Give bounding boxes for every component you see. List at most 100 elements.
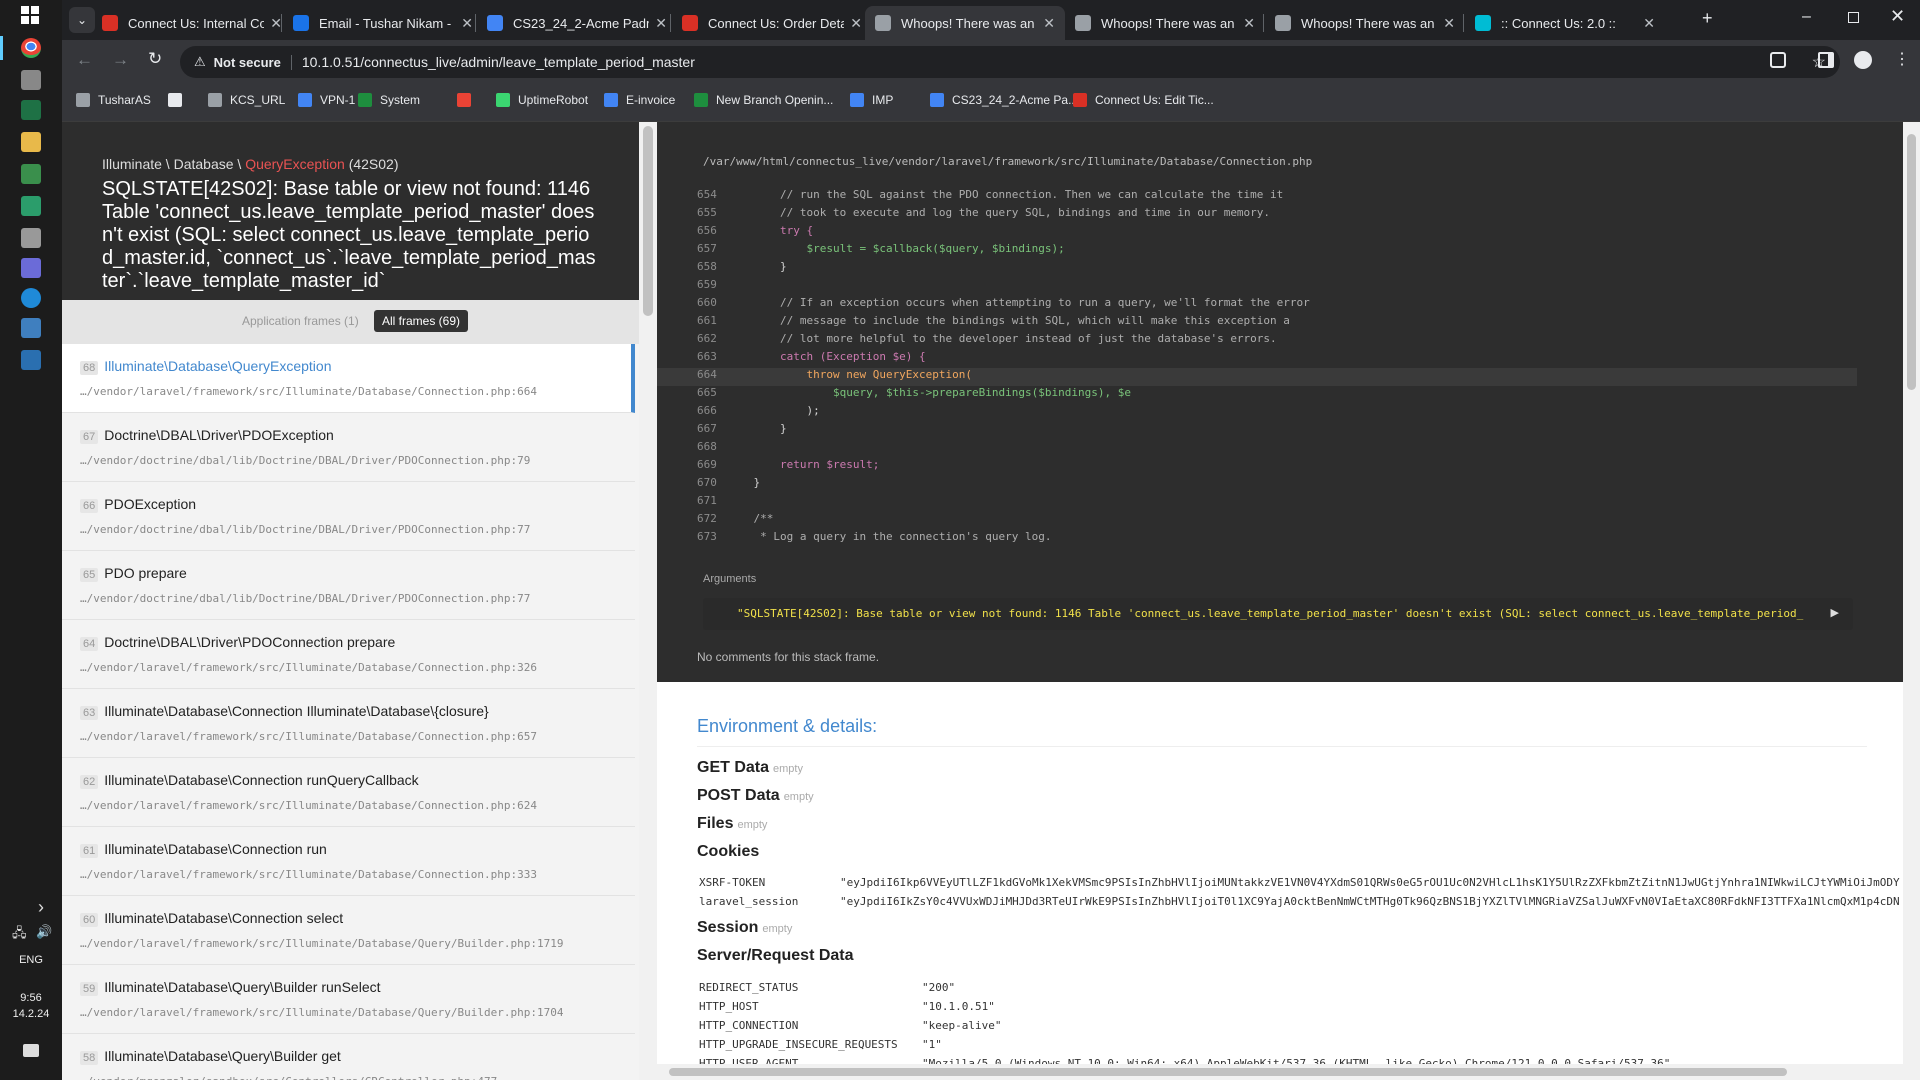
tab-close-icon[interactable]: ✕: [1443, 15, 1455, 32]
tab-close-icon[interactable]: ✕: [1243, 15, 1255, 32]
app-icon[interactable]: [21, 164, 41, 184]
extensions-icon[interactable]: [1770, 52, 1786, 68]
close-window-button[interactable]: ✕: [1890, 6, 1905, 27]
line-text: }: [727, 476, 761, 489]
volume-icon[interactable]: 🔊: [36, 924, 52, 940]
stack-frame[interactable]: 62 Illuminate\Database\Connection runQuer…: [62, 758, 635, 827]
line-text: throw new QueryException(: [727, 368, 973, 381]
left-scrollbar-track[interactable]: [639, 122, 657, 1080]
package-icon[interactable]: [21, 350, 41, 370]
stack-frame[interactable]: 63 Illuminate\Database\Connection Illumin…: [62, 689, 635, 758]
bookmark-label: TusharAS: [98, 93, 151, 107]
browser-tab[interactable]: Email - Tushar Nikam - C ✕: [283, 6, 483, 40]
browser-tab[interactable]: Whoops! There was an e ✕: [1265, 6, 1465, 40]
bookmark-item[interactable]: [168, 93, 190, 107]
stack-frame[interactable]: 67 Doctrine\DBAL\Driver\PDOException …/ven…: [62, 413, 635, 482]
url-text[interactable]: 10.1.0.51/connectus_live/admin/leave_tem…: [302, 54, 695, 70]
left-scrollbar-thumb[interactable]: [643, 126, 653, 316]
stack-frame[interactable]: 64 Doctrine\DBAL\Driver\PDOConnection pre…: [62, 620, 635, 689]
stack-frame[interactable]: 68 Illuminate\Database\QueryException …/ve…: [62, 344, 635, 413]
code-panel: /var/www/html/connectus_live/vendor/lara…: [657, 122, 1903, 682]
bookmark-item[interactable]: New Branch Openin...: [694, 93, 833, 107]
browser-tab[interactable]: Whoops! There was an e ✕: [865, 6, 1065, 40]
tab-close-icon[interactable]: ✕: [655, 15, 667, 32]
profile-avatar[interactable]: [1854, 51, 1872, 69]
server-value: "1": [922, 1038, 942, 1051]
bookmark-item[interactable]: KCS_URL: [208, 93, 285, 107]
frame-number: 65: [80, 568, 99, 582]
bookmark-item[interactable]: VPN-1: [298, 93, 355, 107]
browser-tab[interactable]: Connect Us: Order Detai ✕: [672, 6, 872, 40]
browser-tab[interactable]: Whoops! There was an e ✕: [1065, 6, 1265, 40]
tool-icon[interactable]: [21, 70, 41, 90]
right-scrollbar-thumb[interactable]: [1907, 134, 1916, 390]
bookmark-item[interactable]: Connect Us: Edit Tic...: [1073, 93, 1214, 107]
stack-frame[interactable]: 61 Illuminate\Database\Connection run …/ve…: [62, 827, 635, 896]
bookmark-item[interactable]: IMP: [850, 93, 893, 107]
reload-button[interactable]: ↻: [148, 49, 162, 69]
clock-date[interactable]: 14.2.24: [0, 1008, 62, 1020]
warning-icon[interactable]: ⚠: [194, 54, 206, 70]
stack-frame[interactable]: 59 Illuminate\Database\Query\Builder runS…: [62, 965, 635, 1034]
argument-value[interactable]: "SQLSTATE[42S02]: Base table or view not…: [737, 607, 1807, 620]
restore-button[interactable]: [1848, 12, 1859, 23]
expand-tray-icon[interactable]: ›: [38, 897, 44, 918]
menu-icon[interactable]: ⋮: [1894, 49, 1910, 69]
excel-icon[interactable]: [21, 100, 41, 120]
clock-time[interactable]: 9:56: [0, 992, 62, 1004]
stack-frame[interactable]: 58 Illuminate\Database\Query\Builder get ……: [62, 1034, 635, 1080]
tab-favicon-icon: [1475, 15, 1491, 31]
stack-frame[interactable]: 65 PDO prepare …/vendor/doctrine/dbal/lib/…: [62, 551, 635, 620]
bookmark-item[interactable]: E-invoice: [604, 93, 675, 107]
line-number: 661: [697, 314, 717, 327]
chrome-icon[interactable]: [21, 38, 41, 58]
right-scrollbar-track[interactable]: [1903, 122, 1920, 1080]
browser-tab[interactable]: CS23_24_2-Acme Padm ✕: [477, 6, 677, 40]
code-file-path[interactable]: /var/www/html/connectus_live/vendor/lara…: [703, 155, 1312, 168]
visual-studio-icon[interactable]: [21, 258, 41, 278]
network-icon[interactable]: 🖧: [12, 924, 27, 946]
forward-button[interactable]: →: [112, 50, 129, 70]
folder-icon[interactable]: [21, 132, 41, 152]
language-indicator[interactable]: ENG: [0, 954, 62, 966]
sheet-icon[interactable]: [21, 196, 41, 216]
remote-desktop-icon[interactable]: [21, 318, 41, 338]
windows-start-icon[interactable]: [21, 6, 39, 24]
back-button[interactable]: ←: [76, 50, 93, 70]
side-panel-icon[interactable]: [1818, 52, 1834, 68]
bookmark-item[interactable]: [457, 93, 479, 107]
frame-number: 61: [80, 844, 99, 858]
not-secure-label[interactable]: Not secure: [214, 54, 292, 70]
bookmark-item[interactable]: CS23_24_2-Acme Pa...: [930, 93, 1078, 107]
tab-close-icon[interactable]: ✕: [1643, 15, 1655, 32]
new-tab-button[interactable]: +: [1702, 8, 1713, 29]
media-icon[interactable]: [21, 228, 41, 248]
browser-icon[interactable]: [21, 288, 41, 308]
post-data-label: POST Data: [697, 787, 780, 804]
frame-class: Illuminate\Database\Connection run: [104, 841, 327, 857]
application-frames-tab[interactable]: Application frames (1): [242, 314, 359, 328]
bookmark-label: E-invoice: [626, 93, 676, 107]
stack-frame[interactable]: 66 PDOException …/vendor/doctrine/dbal/lib…: [62, 482, 635, 551]
browser-tab[interactable]: Connect Us: Internal Cor ✕: [92, 6, 292, 40]
bookmark-item[interactable]: TusharAS: [76, 93, 151, 107]
bookmark-item[interactable]: System: [358, 93, 420, 107]
notification-icon[interactable]: [23, 1044, 39, 1057]
frame-name-row: 59 Illuminate\Database\Query\Builder runS…: [80, 979, 617, 996]
all-frames-tab[interactable]: All frames (69): [374, 310, 469, 332]
address-bar[interactable]: ⚠ Not secure 10.1.0.51/connectus_live/ad…: [180, 46, 1840, 78]
tab-strip: ⌄ Connect Us: Internal Cor ✕ Email - Tusha…: [62, 0, 1920, 40]
tab-close-icon[interactable]: ✕: [850, 15, 862, 32]
horizontal-scrollbar-thumb[interactable]: [669, 1068, 1787, 1076]
line-text: }: [727, 260, 787, 273]
expand-argument-icon[interactable]: ▶: [1831, 606, 1839, 619]
bookmark-item[interactable]: UptimeRobot: [496, 93, 588, 107]
minimize-button[interactable]: –: [1802, 8, 1811, 26]
horizontal-scrollbar[interactable]: [657, 1064, 1903, 1080]
stack-frame[interactable]: 60 Illuminate\Database\Connection select ……: [62, 896, 635, 965]
browser-tab[interactable]: :: Connect Us: 2.0 :: ✕: [1465, 6, 1665, 40]
tab-favicon-icon: [1275, 15, 1291, 31]
tab-close-icon[interactable]: ✕: [461, 15, 473, 32]
argument-row[interactable]: "SQLSTATE[42S02]: Base table or view not…: [703, 598, 1853, 630]
tab-close-icon[interactable]: ✕: [1043, 15, 1055, 32]
